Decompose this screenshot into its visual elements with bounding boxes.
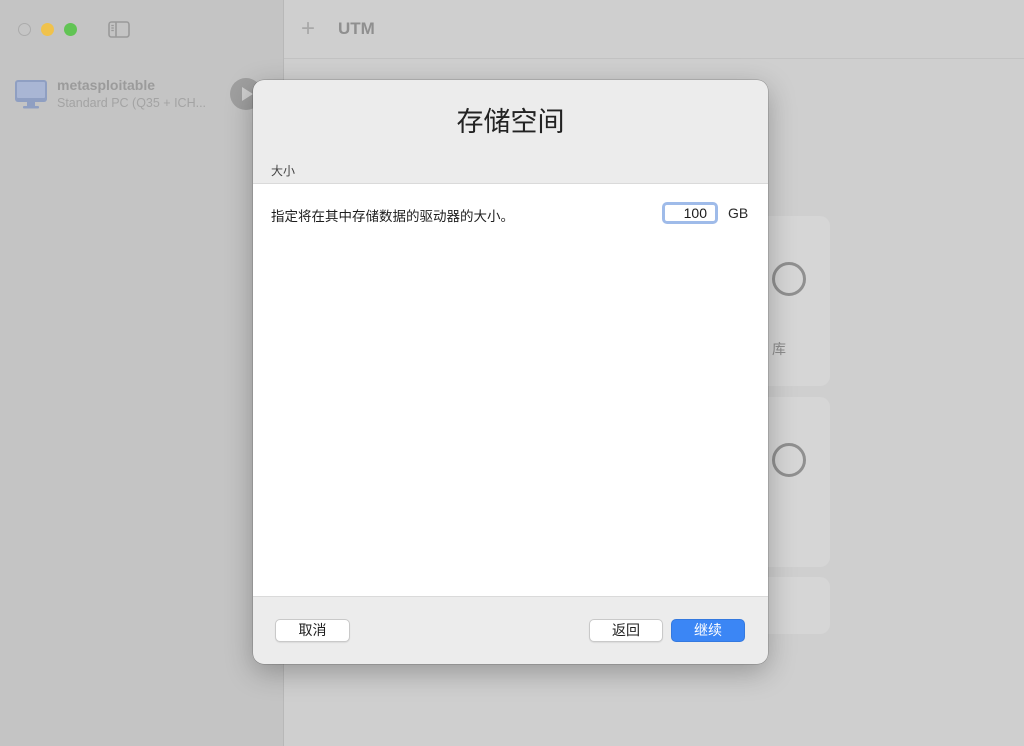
back-button[interactable]: 返回 bbox=[589, 619, 663, 642]
dialog-content: 指定将在其中存储数据的驱动器的大小。 GB bbox=[253, 183, 768, 597]
card-label: 库 bbox=[772, 341, 786, 357]
window-title: UTM bbox=[338, 19, 375, 38]
dialog-title: 存储空间 bbox=[456, 107, 565, 137]
plus-icon[interactable]: + bbox=[301, 17, 315, 41]
vm-name: metasploitable bbox=[57, 77, 156, 93]
maximize-window-button[interactable] bbox=[64, 23, 77, 36]
size-input[interactable] bbox=[662, 202, 718, 224]
cancel-button[interactable]: 取消 bbox=[275, 619, 350, 642]
storage-dialog: 存储空间 大小 指定将在其中存储数据的驱动器的大小。 GB 取消 返回 继续 bbox=[253, 80, 768, 664]
card-icon bbox=[772, 262, 806, 296]
continue-button[interactable]: 继续 bbox=[671, 619, 745, 642]
minimize-window-button[interactable] bbox=[41, 23, 54, 36]
monitor-icon bbox=[15, 80, 47, 109]
card-icon bbox=[772, 443, 806, 477]
size-unit-label: GB bbox=[728, 205, 749, 221]
size-description: 指定将在其中存储数据的驱动器的大小。 bbox=[271, 209, 514, 224]
sidebar-toggle-icon[interactable] bbox=[108, 21, 130, 38]
toolbar: + UTM bbox=[284, 0, 1024, 59]
sidebar-item-vm[interactable]: metasploitable Standard PC (Q35 + ICH... bbox=[10, 72, 280, 118]
close-window-button[interactable] bbox=[18, 23, 31, 36]
utm-window: metasploitable Standard PC (Q35 + ICH...… bbox=[0, 0, 1024, 746]
vm-subtitle: Standard PC (Q35 + ICH... bbox=[57, 96, 207, 110]
section-label-size: 大小 bbox=[271, 164, 296, 178]
sidebar: metasploitable Standard PC (Q35 + ICH... bbox=[0, 0, 284, 746]
